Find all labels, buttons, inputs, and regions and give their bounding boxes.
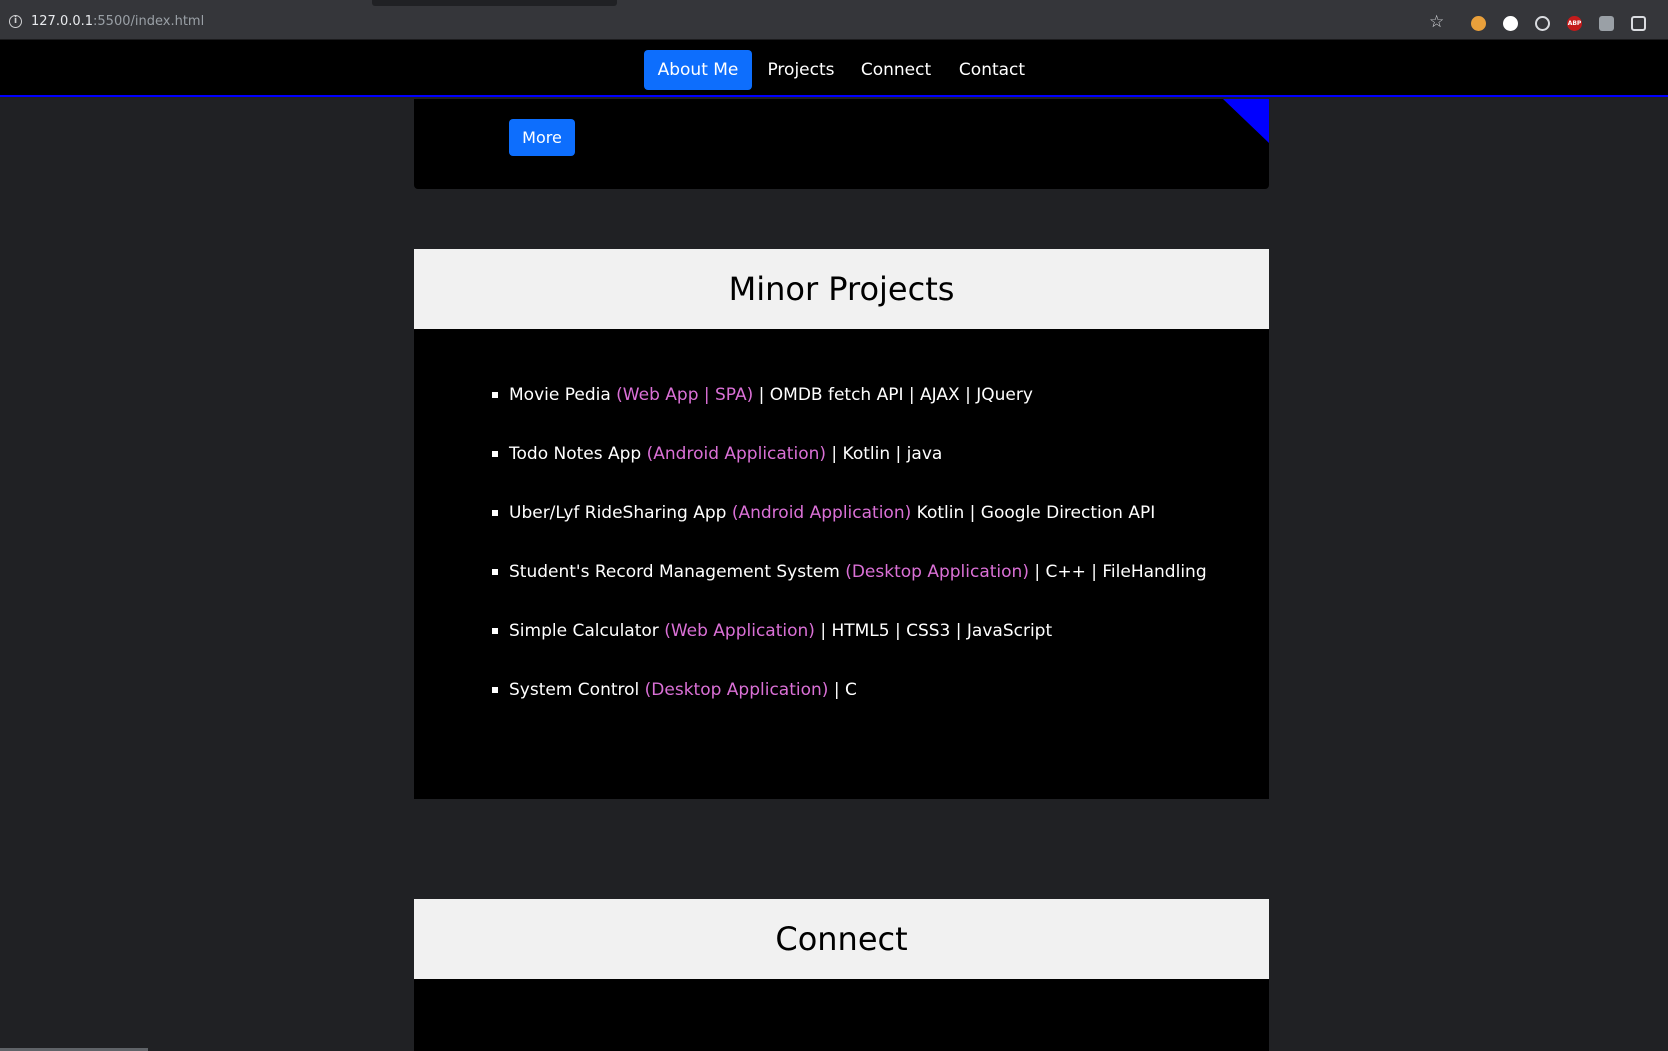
url-host: 127.0.0.1 — [31, 14, 94, 29]
project-name: System Control — [509, 680, 640, 700]
project-tech: Kotlin | Google Direction API — [916, 503, 1156, 523]
list-item: Uber/Lyf RideSharing App (Android Applic… — [492, 501, 1156, 525]
connect-body — [414, 979, 1269, 1051]
url-text[interactable]: 127.0.0.1:5500/index.html — [31, 14, 204, 29]
bullet-icon — [492, 569, 498, 575]
list-item: Student's Record Management System (Desk… — [492, 560, 1207, 584]
project-tech: | HTML5 | CSS3 | JavaScript — [820, 621, 1053, 641]
site-navbar: About Me Projects Connect Contact — [0, 40, 1668, 97]
connect-title: Connect — [414, 899, 1269, 979]
nav-connect[interactable]: Connect — [858, 50, 934, 90]
list-item: Movie Pedia (Web App | SPA) | OMDB fetch… — [492, 383, 1033, 407]
project-name: Simple Calculator — [509, 621, 659, 641]
site-info-icon[interactable]: i — [9, 15, 22, 28]
project-name: Uber/Lyf RideSharing App — [509, 503, 727, 523]
nav-contact[interactable]: Contact — [957, 50, 1027, 90]
nav-projects[interactable]: Projects — [763, 50, 839, 90]
bullet-icon — [492, 687, 498, 693]
corner-ribbon — [1223, 99, 1269, 143]
extension-circle-icon[interactable] — [1503, 16, 1518, 31]
bullet-icon — [492, 451, 498, 457]
list-item: Todo Notes App (Android Application) | K… — [492, 442, 943, 466]
bookmark-star-icon[interactable]: ☆ — [1429, 12, 1444, 32]
previous-project-card: More — [414, 99, 1269, 189]
project-tag: (Android Application) — [731, 503, 912, 523]
bullet-icon — [492, 628, 498, 634]
project-tag: (Web App | SPA) — [616, 385, 754, 405]
adblock-plus-icon[interactable]: ABP — [1567, 16, 1582, 31]
bullet-icon — [492, 510, 498, 516]
project-name: Student's Record Management System — [509, 562, 840, 582]
project-tag: (Android Application) — [646, 444, 827, 464]
minor-projects-body: Movie Pedia (Web App | SPA) | OMDB fetch… — [414, 329, 1269, 799]
more-button[interactable]: More — [509, 119, 575, 156]
list-item: System Control (Desktop Application) | C — [492, 678, 857, 702]
project-tech: | C++ | FileHandling — [1034, 562, 1207, 582]
extension-save-icon[interactable] — [1599, 16, 1614, 31]
screenshot-icon[interactable] — [1631, 16, 1646, 31]
project-name: Movie Pedia — [509, 385, 611, 405]
bullet-icon — [492, 392, 498, 398]
project-name: Todo Notes App — [509, 444, 642, 464]
url-path: :5500/index.html — [93, 14, 205, 29]
project-tech: | OMDB fetch API | AJAX | JQuery — [758, 385, 1033, 405]
project-tech: | Kotlin | java — [831, 444, 943, 464]
project-tech: | C — [833, 680, 857, 700]
minor-projects-title: Minor Projects — [414, 249, 1269, 329]
address-bar[interactable]: i 127.0.0.1:5500/index.html ☆ ABP — [0, 6, 1668, 40]
project-tag: (Desktop Application) — [644, 680, 829, 700]
list-item: Simple Calculator (Web Application) | HT… — [492, 619, 1053, 643]
extension-react-icon[interactable] — [1535, 16, 1550, 31]
extension-eyes-icon[interactable] — [1471, 16, 1486, 31]
nav-about-me[interactable]: About Me — [644, 50, 752, 90]
project-tag: (Web Application) — [664, 621, 815, 641]
project-tag: (Desktop Application) — [845, 562, 1029, 582]
